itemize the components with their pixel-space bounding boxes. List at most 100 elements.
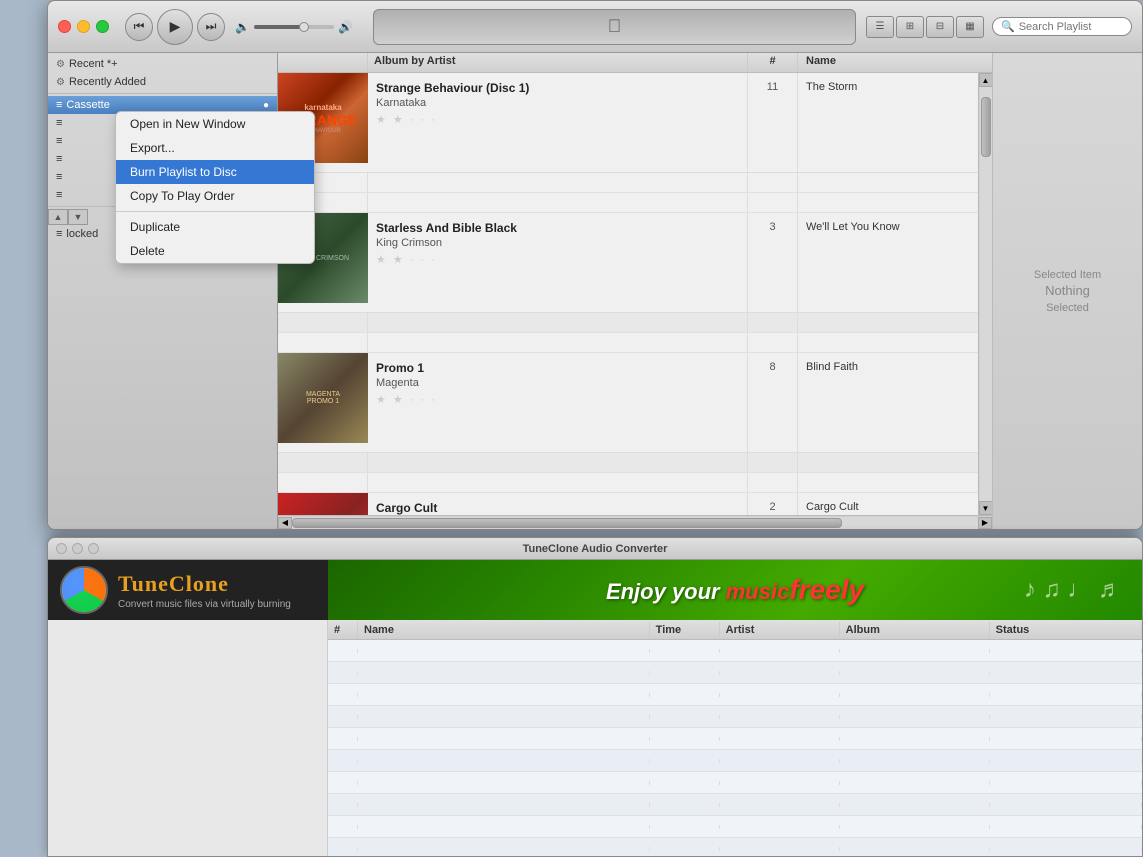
tc-table-rows [328,640,1142,856]
menu-separator [116,211,314,212]
volume-high-icon: 🔊 [338,20,353,34]
playlist-icon: ≡ [56,99,62,111]
volume-thumb [299,22,309,32]
chevron-right-icon: ● [263,100,269,111]
search-input[interactable] [1019,21,1119,33]
lock-icon: ≡ [56,228,62,240]
album-row-cargo: CARGO Cargo Cult 7BZH ★ ★ · · · 2 Cargo … [278,493,978,515]
tc-table-header: # Name Time Artist Album Status [328,620,1142,640]
album-art-magenta: MAGENTAPROMO 1 [278,353,368,443]
album-info-kingcrimson: Starless And Bible Black King Crimson ★ … [368,213,748,312]
minimize-button[interactable] [77,20,90,33]
track-name-kingcrimson: We'll Let You Know [798,213,978,312]
scroll-up-button[interactable]: ▲ [48,209,68,225]
table-row [328,640,1142,662]
grid-view-button[interactable]: ⊟ [926,16,954,38]
selected-label: Selected [1046,302,1089,314]
list-view-button[interactable]: ☰ [866,16,894,38]
album-artist-magenta: Magenta [376,377,739,389]
album-row-magenta: MAGENTAPROMO 1 Promo 1 Magenta ★ ★ · · ·… [278,353,978,453]
scroll-track[interactable] [980,87,992,501]
table-row [328,794,1142,816]
view-buttons: ☰ ⊞ ⊟ ▦ [866,16,984,38]
tc-col-album: Album [840,622,990,638]
detail-view-button[interactable]: ⊞ [896,16,924,38]
tc-minimize-button[interactable] [72,543,83,554]
album-info-karnataka: Strange Behaviour (Disc 1) Karnataka ★ ★… [368,73,748,172]
album-info-cargo: Cargo Cult 7BZH ★ ★ · · · [368,493,748,515]
tc-close-button[interactable] [56,543,67,554]
horizontal-scrollbar[interactable]: ◀ ▶ [278,515,992,529]
menu-item-burn-playlist[interactable]: Burn Playlist to Disc [116,160,314,184]
traffic-lights [58,20,109,33]
menu-item-export[interactable]: Export... [116,136,314,160]
gear-icon-2: ⚙ [56,77,65,88]
gear-icon: ⚙ [56,59,65,70]
volume-low-icon: 🔈 [235,20,250,34]
column-headers: Album by Artist # Name [278,53,992,73]
playlist-icon-4: ≡ [56,117,62,129]
vertical-scrollbar[interactable]: ▲ ▼ [978,73,992,515]
sidebar-item-recently-added[interactable]: ⚙ Recently Added [48,73,277,91]
album-row-karnataka: karnataka STRANGE BEHAVIOUR Strange Beha… [278,73,978,173]
playlist-icon-6: ≡ [56,153,62,165]
maximize-button[interactable] [96,20,109,33]
tc-content: # Name Time Artist Album Status [48,620,1142,856]
h-scroll-track[interactable] [292,517,978,529]
tc-window-title: TuneClone Audio Converter [523,543,668,555]
tc-left-panel [48,620,328,856]
album-artist-karnataka: Karnataka [376,97,739,109]
tc-banner-right: Enjoy your musicfreely ♪ ♫ ♩ ♬ [328,560,1142,620]
track-row-kc3 [278,333,978,353]
track-row-k3 [278,193,978,213]
tc-brand-tagline: Convert music files via virtually burnin… [118,599,291,610]
search-box[interactable]: 🔍 [992,17,1132,36]
tc-traffic-lights [56,543,99,554]
rewind-button[interactable]: ⏮ [125,13,153,41]
table-row [328,684,1142,706]
title-bar: ⏮ ▶ ⏭ 🔈 🔊  ☰ ⊞ ⊟ ▦ 🔍 [48,1,1142,53]
play-button[interactable]: ▶ [157,9,193,45]
album-stars-magenta[interactable]: ★ ★ · · · [376,393,739,406]
tc-title-bar: TuneClone Audio Converter [48,538,1142,560]
album-stars-kingcrimson[interactable]: ★ ★ · · · [376,253,739,266]
table-row [328,750,1142,772]
volume-area: 🔈 🔊 [235,20,353,34]
scroll-left-btn[interactable]: ◀ [278,517,292,529]
scroll-down-btn[interactable]: ▼ [979,501,993,515]
scroll-up-btn[interactable]: ▲ [979,73,993,87]
sidebar-section-library: ⚙ Recent *+ ⚙ Recently Added [48,53,277,94]
menu-item-duplicate[interactable]: Duplicate [116,215,314,239]
forward-button[interactable]: ⏭ [197,13,225,41]
track-num-karnataka: 11 [748,73,798,172]
album-artist-kingcrimson: King Crimson [376,237,739,249]
album-stars-karnataka[interactable]: ★ ★ · · · [376,113,739,126]
album-title-karnataka: Strange Behaviour (Disc 1) [376,81,739,95]
volume-slider[interactable] [254,25,334,29]
content-area: Album by Artist # Name karnataka STRANGE… [278,53,992,529]
track-num-kingcrimson: 3 [748,213,798,312]
h-scroll-thumb[interactable] [292,518,842,528]
table-row [328,706,1142,728]
playlist-icon-5: ≡ [56,135,62,147]
col-album-header: Album by Artist [368,53,748,72]
tc-maximize-button[interactable] [88,543,99,554]
tc-table: # Name Time Artist Album Status [328,620,1142,856]
table-row [328,816,1142,838]
sidebar-item-recent[interactable]: ⚙ Recent *+ [48,55,277,73]
coverflow-view-button[interactable]: ▦ [956,16,984,38]
scroll-thumb[interactable] [981,97,991,157]
album-info-magenta: Promo 1 Magenta ★ ★ · · · [368,353,748,452]
album-title-kingcrimson: Starless And Bible Black [376,221,739,235]
track-num-cargo: 2 [748,493,798,515]
menu-item-delete[interactable]: Delete [116,239,314,263]
scroll-down-button[interactable]: ▼ [68,209,88,225]
col-album-art-header [278,53,368,72]
close-button[interactable] [58,20,71,33]
menu-item-open-new-window[interactable]: Open in New Window [116,112,314,136]
menu-item-copy-play-order[interactable]: Copy To Play Order [116,184,314,208]
scroll-right-btn[interactable]: ▶ [978,517,992,529]
album-art-cargo: CARGO [278,493,368,515]
itunes-window: ⏮ ▶ ⏭ 🔈 🔊  ☰ ⊞ ⊟ ▦ 🔍 [47,0,1143,530]
context-menu: Open in New Window Export... Burn Playli… [115,111,315,264]
